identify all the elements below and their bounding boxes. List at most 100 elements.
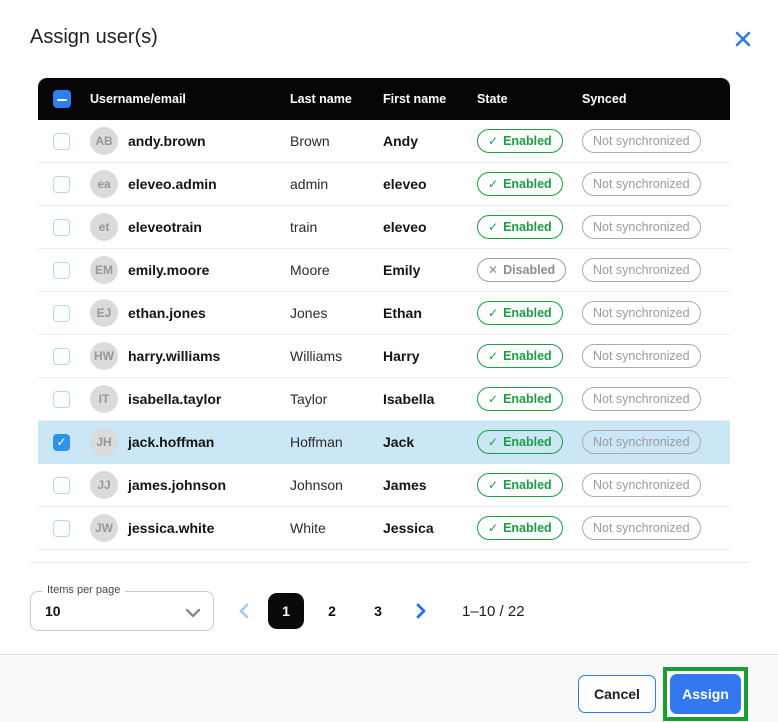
state-badge: ✓ Enabled <box>477 172 563 196</box>
firstname-cell: James <box>383 477 477 493</box>
row-checkbox[interactable]: ✓ <box>53 348 70 365</box>
dialog-footer: Cancel Assign <box>0 654 778 722</box>
state-badge-label: Enabled <box>503 478 552 492</box>
state-badge-icon: ✓ <box>488 436 498 448</box>
page-button-1[interactable]: 1 <box>268 593 304 629</box>
assign-button[interactable]: Assign <box>670 674 741 714</box>
table-row[interactable]: ✓ EM emily.moore Moore Emily ✕ Disabled … <box>38 249 730 292</box>
lastname-cell: admin <box>290 176 383 192</box>
synced-badge: Not synchronized <box>582 258 701 282</box>
lastname-cell: Jones <box>290 305 383 321</box>
lastname-cell: Williams <box>290 348 383 364</box>
username-cell-text: harry.williams <box>128 348 220 364</box>
lastname-cell: Hoffman <box>290 434 383 450</box>
avatar: HW <box>90 342 118 370</box>
state-badge-icon: ✓ <box>488 522 498 534</box>
table-row[interactable]: ✓ JJ james.johnson Johnson James ✓ Enabl… <box>38 464 730 507</box>
state-badge-label: Enabled <box>503 435 552 449</box>
row-checkbox[interactable]: ✓ <box>53 219 70 236</box>
synced-badge: Not synchronized <box>582 344 701 368</box>
cancel-button[interactable]: Cancel <box>578 675 656 713</box>
state-badge: ✓ Enabled <box>477 344 563 368</box>
row-checkbox[interactable]: ✓ <box>53 176 70 193</box>
state-badge: ✓ Enabled <box>477 301 563 325</box>
state-badge-label: Enabled <box>503 306 552 320</box>
firstname-cell: Ethan <box>383 305 477 321</box>
row-checkbox[interactable]: ✓ <box>53 477 70 494</box>
state-badge-label: Enabled <box>503 177 552 191</box>
avatar: JJ <box>90 471 118 499</box>
lastname-cell: Johnson <box>290 477 383 493</box>
items-per-page-select[interactable]: Items per page 10 <box>30 591 214 631</box>
table-row[interactable]: ✓ JW jessica.white White Jessica ✓ Enabl… <box>38 507 730 550</box>
row-checkbox[interactable]: ✓ <box>53 305 70 322</box>
row-checkbox[interactable]: ✓ <box>53 262 70 279</box>
firstname-cell: eleveo <box>383 219 477 235</box>
column-header-username: Username/email <box>90 92 290 106</box>
column-header-lastname: Last name <box>290 92 383 106</box>
state-badge-icon: ✕ <box>488 264 498 276</box>
column-header-firstname: First name <box>383 92 477 106</box>
synced-badge: Not synchronized <box>582 516 701 540</box>
synced-badge: Not synchronized <box>582 129 701 153</box>
table-row[interactable]: ✓ HW harry.williams Williams Harry ✓ Ena… <box>38 335 730 378</box>
state-badge-label: Disabled <box>503 263 555 277</box>
next-page-icon[interactable] <box>406 593 436 629</box>
state-badge: ✓ Enabled <box>477 387 563 411</box>
synced-badge: Not synchronized <box>582 215 701 239</box>
avatar: EJ <box>90 299 118 327</box>
synced-badge: Not synchronized <box>582 387 701 411</box>
state-badge: ✓ Enabled <box>477 215 563 239</box>
state-badge-icon: ✓ <box>488 479 498 491</box>
row-checkbox[interactable]: ✓ <box>53 133 70 150</box>
avatar: JH <box>90 428 118 456</box>
table-row[interactable]: ✓ et eleveotrain train eleveo ✓ Enabled … <box>38 206 730 249</box>
column-header-synced: Synced <box>582 92 730 106</box>
avatar: et <box>90 213 118 241</box>
synced-badge-label: Not synchronized <box>593 521 690 535</box>
state-badge-icon: ✓ <box>488 178 498 190</box>
synced-badge-label: Not synchronized <box>593 263 690 277</box>
state-badge-label: Enabled <box>503 220 552 234</box>
avatar: EM <box>90 256 118 284</box>
username-cell-text: isabella.taylor <box>128 391 221 407</box>
lastname-cell: White <box>290 520 383 536</box>
page-title: Assign user(s) <box>30 26 158 49</box>
state-badge: ✕ Disabled <box>477 258 566 282</box>
table-row[interactable]: ✓ AB andy.brown Brown Andy ✓ Enabled Not… <box>38 120 730 163</box>
assign-highlight-box: Assign <box>663 667 748 721</box>
state-badge: ✓ Enabled <box>477 473 563 497</box>
page-button-2[interactable]: 2 <box>314 593 350 629</box>
column-header-state: State <box>477 92 582 106</box>
synced-badge-label: Not synchronized <box>593 349 690 363</box>
table-row[interactable]: ✓ IT isabella.taylor Taylor Isabella ✓ E… <box>38 378 730 421</box>
table-row[interactable]: ✓ EJ ethan.jones Jones Ethan ✓ Enabled N… <box>38 292 730 335</box>
assign-users-dialog: Assign user(s) Username/email Last name … <box>0 0 778 722</box>
table-row[interactable]: ✓ ea eleveo.admin admin eleveo ✓ Enabled… <box>38 163 730 206</box>
state-badge: ✓ Enabled <box>477 430 563 454</box>
username-cell-text: jessica.white <box>128 520 214 536</box>
table-row[interactable]: ✓ JH jack.hoffman Hoffman Jack ✓ Enabled… <box>38 421 730 464</box>
synced-badge-label: Not synchronized <box>593 435 690 449</box>
synced-badge: Not synchronized <box>582 473 701 497</box>
avatar: IT <box>90 385 118 413</box>
state-badge: ✓ Enabled <box>477 129 563 153</box>
select-all-checkbox[interactable] <box>53 90 71 108</box>
firstname-cell: Andy <box>383 133 477 149</box>
row-checkbox[interactable]: ✓ <box>53 520 70 537</box>
page-range-text: 1–10 / 22 <box>462 603 525 620</box>
firstname-cell: Harry <box>383 348 477 364</box>
row-checkbox[interactable]: ✓ <box>53 391 70 408</box>
state-badge-icon: ✓ <box>488 307 498 319</box>
state-badge-icon: ✓ <box>488 135 498 147</box>
table-header-row: Username/email Last name First name Stat… <box>38 78 730 120</box>
lastname-cell: Moore <box>290 262 383 278</box>
state-badge-label: Enabled <box>503 349 552 363</box>
synced-badge-label: Not synchronized <box>593 478 690 492</box>
prev-page-icon[interactable] <box>228 593 258 629</box>
row-checkbox[interactable]: ✓ <box>53 434 70 451</box>
lastname-cell: Brown <box>290 133 383 149</box>
username-cell-text: eleveo.admin <box>128 176 217 192</box>
page-button-3[interactable]: 3 <box>360 593 396 629</box>
close-icon[interactable] <box>732 28 754 50</box>
